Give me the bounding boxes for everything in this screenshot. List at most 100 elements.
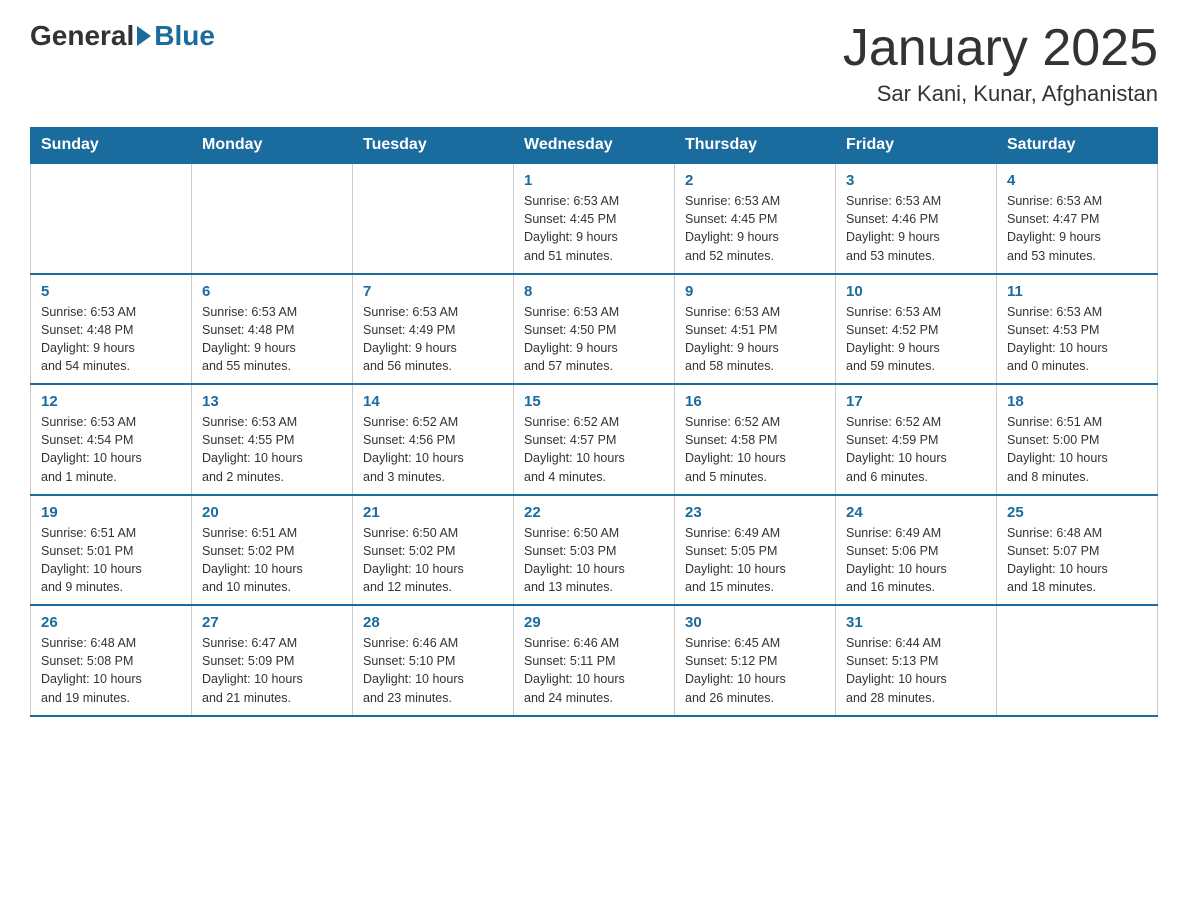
- week-row-3: 12Sunrise: 6:53 AM Sunset: 4:54 PM Dayli…: [31, 384, 1158, 495]
- day-number: 12: [41, 393, 181, 410]
- logo: General Blue: [30, 20, 215, 52]
- day-info: Sunrise: 6:49 AM Sunset: 5:05 PM Dayligh…: [685, 524, 825, 597]
- day-number: 2: [685, 172, 825, 189]
- calendar-title: January 2025: [843, 20, 1158, 77]
- day-info: Sunrise: 6:53 AM Sunset: 4:48 PM Dayligh…: [202, 303, 342, 376]
- logo-general-text: General: [30, 20, 134, 52]
- day-info: Sunrise: 6:53 AM Sunset: 4:48 PM Dayligh…: [41, 303, 181, 376]
- day-number: 15: [524, 393, 664, 410]
- day-info: Sunrise: 6:50 AM Sunset: 5:03 PM Dayligh…: [524, 524, 664, 597]
- calendar-cell: 1 Sunrise: 6:53 AM Sunset: 4:45 PM Daylig…: [514, 163, 675, 274]
- logo-blue-text: Blue: [154, 20, 215, 52]
- day-number: 11: [1007, 283, 1147, 300]
- day-number: 21: [363, 504, 503, 521]
- day-number: 28: [363, 614, 503, 631]
- calendar-cell: 23 Sunrise: 6:49 AM Sunset: 5:05 PM Dayli…: [675, 495, 836, 606]
- weekday-header-thursday: Thursday: [675, 128, 836, 164]
- calendar-cell: 21Sunrise: 6:50 AM Sunset: 5:02 PM Dayli…: [353, 495, 514, 606]
- calendar-cell: 13Sunrise: 6:53 AM Sunset: 4:55 PM Dayli…: [192, 384, 353, 495]
- weekday-header-row: SundayMondayTuesdayWednesdayThursdayFrid…: [31, 128, 1158, 164]
- calendar-cell: 12Sunrise: 6:53 AM Sunset: 4:54 PM Dayli…: [31, 384, 192, 495]
- day-info: Sunrise: 6:53 AM Sunset: 4:47 PM Dayligh…: [1007, 192, 1147, 265]
- day-info: Sunrise: 6:52 AM Sunset: 4:59 PM Dayligh…: [846, 413, 986, 486]
- day-number: 4: [1007, 172, 1147, 189]
- day-number: 26: [41, 614, 181, 631]
- calendar-cell: 10 Sunrise: 6:53 AM Sunset: 4:52 PM Dayli…: [836, 274, 997, 385]
- calendar-cell: 31 Sunrise: 6:44 AM Sunset: 5:13 PM Dayli…: [836, 605, 997, 716]
- calendar-cell: [192, 163, 353, 274]
- day-info: Sunrise: 6:47 AM Sunset: 5:09 PM Dayligh…: [202, 634, 342, 707]
- day-info: Sunrise: 6:53 AM Sunset: 4:49 PM Dayligh…: [363, 303, 503, 376]
- day-number: 9: [685, 283, 825, 300]
- day-info: Sunrise: 6:45 AM Sunset: 5:12 PM Dayligh…: [685, 634, 825, 707]
- day-info: Sunrise: 6:53 AM Sunset: 4:45 PM Dayligh…: [524, 192, 664, 265]
- day-number: 29: [524, 614, 664, 631]
- day-info: Sunrise: 6:53 AM Sunset: 4:46 PM Dayligh…: [846, 192, 986, 265]
- day-info: Sunrise: 6:53 AM Sunset: 4:55 PM Dayligh…: [202, 413, 342, 486]
- calendar-cell: 15Sunrise: 6:52 AM Sunset: 4:57 PM Dayli…: [514, 384, 675, 495]
- day-info: Sunrise: 6:53 AM Sunset: 4:52 PM Dayligh…: [846, 303, 986, 376]
- day-number: 18: [1007, 393, 1147, 410]
- day-info: Sunrise: 6:44 AM Sunset: 5:13 PM Dayligh…: [846, 634, 986, 707]
- calendar-subtitle: Sar Kani, Kunar, Afghanistan: [843, 81, 1158, 107]
- day-number: 20: [202, 504, 342, 521]
- day-info: Sunrise: 6:51 AM Sunset: 5:00 PM Dayligh…: [1007, 413, 1147, 486]
- day-info: Sunrise: 6:52 AM Sunset: 4:56 PM Dayligh…: [363, 413, 503, 486]
- calendar-cell: 28 Sunrise: 6:46 AM Sunset: 5:10 PM Dayli…: [353, 605, 514, 716]
- logo-arrow-icon: [137, 26, 151, 46]
- calendar-cell: 7 Sunrise: 6:53 AM Sunset: 4:49 PM Daylig…: [353, 274, 514, 385]
- weekday-header-monday: Monday: [192, 128, 353, 164]
- day-number: 24: [846, 504, 986, 521]
- calendar-cell: 30 Sunrise: 6:45 AM Sunset: 5:12 PM Dayli…: [675, 605, 836, 716]
- day-info: Sunrise: 6:53 AM Sunset: 4:51 PM Dayligh…: [685, 303, 825, 376]
- calendar-cell: 19Sunrise: 6:51 AM Sunset: 5:01 PM Dayli…: [31, 495, 192, 606]
- day-number: 30: [685, 614, 825, 631]
- day-number: 8: [524, 283, 664, 300]
- day-number: 14: [363, 393, 503, 410]
- calendar-cell: 2 Sunrise: 6:53 AM Sunset: 4:45 PM Daylig…: [675, 163, 836, 274]
- day-number: 7: [363, 283, 503, 300]
- weekday-header-friday: Friday: [836, 128, 997, 164]
- calendar-cell: 27Sunrise: 6:47 AM Sunset: 5:09 PM Dayli…: [192, 605, 353, 716]
- calendar-cell: 18 Sunrise: 6:51 AM Sunset: 5:00 PM Dayli…: [997, 384, 1158, 495]
- day-info: Sunrise: 6:51 AM Sunset: 5:02 PM Dayligh…: [202, 524, 342, 597]
- title-block: January 2025 Sar Kani, Kunar, Afghanista…: [843, 20, 1158, 107]
- day-info: Sunrise: 6:46 AM Sunset: 5:10 PM Dayligh…: [363, 634, 503, 707]
- day-info: Sunrise: 6:48 AM Sunset: 5:07 PM Dayligh…: [1007, 524, 1147, 597]
- calendar-cell: 11 Sunrise: 6:53 AM Sunset: 4:53 PM Dayli…: [997, 274, 1158, 385]
- week-row-5: 26 Sunrise: 6:48 AM Sunset: 5:08 PM Dayli…: [31, 605, 1158, 716]
- weekday-header-saturday: Saturday: [997, 128, 1158, 164]
- day-number: 22: [524, 504, 664, 521]
- calendar-cell: 29 Sunrise: 6:46 AM Sunset: 5:11 PM Dayli…: [514, 605, 675, 716]
- calendar-cell: [353, 163, 514, 274]
- calendar-cell: 5Sunrise: 6:53 AM Sunset: 4:48 PM Daylig…: [31, 274, 192, 385]
- calendar-cell: 4 Sunrise: 6:53 AM Sunset: 4:47 PM Daylig…: [997, 163, 1158, 274]
- weekday-header-tuesday: Tuesday: [353, 128, 514, 164]
- calendar-cell: 14 Sunrise: 6:52 AM Sunset: 4:56 PM Dayli…: [353, 384, 514, 495]
- day-number: 10: [846, 283, 986, 300]
- day-info: Sunrise: 6:53 AM Sunset: 4:53 PM Dayligh…: [1007, 303, 1147, 376]
- calendar-cell: 6 Sunrise: 6:53 AM Sunset: 4:48 PM Daylig…: [192, 274, 353, 385]
- weekday-header-wednesday: Wednesday: [514, 128, 675, 164]
- day-number: 6: [202, 283, 342, 300]
- calendar-cell: 26 Sunrise: 6:48 AM Sunset: 5:08 PM Dayli…: [31, 605, 192, 716]
- page-header: General Blue January 2025 Sar Kani, Kuna…: [30, 20, 1158, 107]
- calendar-cell: 8 Sunrise: 6:53 AM Sunset: 4:50 PM Daylig…: [514, 274, 675, 385]
- day-info: Sunrise: 6:48 AM Sunset: 5:08 PM Dayligh…: [41, 634, 181, 707]
- calendar-cell: [31, 163, 192, 274]
- week-row-4: 19Sunrise: 6:51 AM Sunset: 5:01 PM Dayli…: [31, 495, 1158, 606]
- day-number: 3: [846, 172, 986, 189]
- calendar-cell: 22 Sunrise: 6:50 AM Sunset: 5:03 PM Dayli…: [514, 495, 675, 606]
- day-info: Sunrise: 6:53 AM Sunset: 4:50 PM Dayligh…: [524, 303, 664, 376]
- day-number: 1: [524, 172, 664, 189]
- calendar-cell: 3 Sunrise: 6:53 AM Sunset: 4:46 PM Daylig…: [836, 163, 997, 274]
- day-number: 23: [685, 504, 825, 521]
- day-info: Sunrise: 6:53 AM Sunset: 4:45 PM Dayligh…: [685, 192, 825, 265]
- week-row-2: 5Sunrise: 6:53 AM Sunset: 4:48 PM Daylig…: [31, 274, 1158, 385]
- day-number: 31: [846, 614, 986, 631]
- day-info: Sunrise: 6:51 AM Sunset: 5:01 PM Dayligh…: [41, 524, 181, 597]
- week-row-1: 1 Sunrise: 6:53 AM Sunset: 4:45 PM Daylig…: [31, 163, 1158, 274]
- calendar-cell: [997, 605, 1158, 716]
- day-info: Sunrise: 6:46 AM Sunset: 5:11 PM Dayligh…: [524, 634, 664, 707]
- calendar-cell: 9 Sunrise: 6:53 AM Sunset: 4:51 PM Daylig…: [675, 274, 836, 385]
